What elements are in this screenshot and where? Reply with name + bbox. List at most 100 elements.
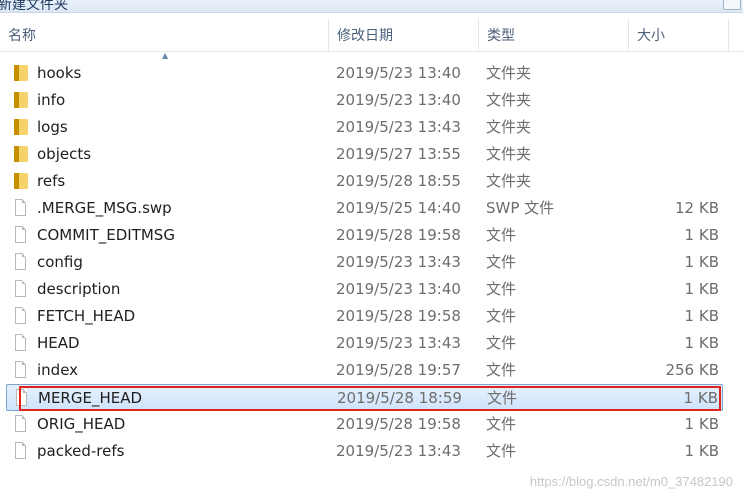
file-icon bbox=[15, 253, 26, 270]
item-size: 256 KB bbox=[665, 361, 719, 379]
column-header-date-label: 修改日期 bbox=[337, 28, 393, 44]
file-row[interactable]: HEAD 2019/5/23 13:43 文件 1 KB bbox=[6, 330, 723, 357]
file-row[interactable]: FETCH_HEAD 2019/5/28 19:58 文件 1 KB bbox=[6, 303, 723, 330]
item-modified-date: 2019/5/28 19:58 bbox=[336, 307, 461, 325]
item-modified-date: 2019/5/25 14:40 bbox=[336, 199, 461, 217]
item-type: 文件夹 bbox=[486, 172, 532, 190]
file-row[interactable]: .MERGE_MSG.swp 2019/5/25 14:40 SWP 文件 12 KB bbox=[6, 195, 723, 222]
item-modified-date: 2019/5/28 19:58 bbox=[336, 226, 461, 244]
item-modified-date: 2019/5/28 18:55 bbox=[336, 172, 461, 190]
item-type: 文件夹 bbox=[486, 118, 532, 136]
item-name: hooks bbox=[37, 64, 82, 82]
watermark: https://blog.csdn.net/m0_37482190 bbox=[529, 474, 733, 489]
item-name: HEAD bbox=[37, 334, 80, 352]
item-icon-cell bbox=[12, 411, 30, 438]
item-modified-date: 2019/5/23 13:43 bbox=[336, 118, 461, 136]
item-icon-cell bbox=[12, 330, 30, 357]
item-icon-cell bbox=[12, 249, 30, 276]
item-modified-date: 2019/5/23 13:40 bbox=[336, 280, 461, 298]
file-row[interactable]: ORIG_HEAD 2019/5/28 19:58 文件 1 KB bbox=[6, 411, 723, 438]
column-header-type-label: 类型 bbox=[487, 28, 515, 44]
item-modified-date: 2019/5/28 19:58 bbox=[336, 415, 461, 433]
item-name: COMMIT_EDITMSG bbox=[37, 226, 175, 244]
item-icon-cell bbox=[12, 303, 30, 330]
item-modified-date: 2019/5/27 13:55 bbox=[336, 145, 461, 163]
item-type: 文件 bbox=[486, 280, 517, 298]
column-header-row: 名称 ▲ 修改日期 类型 大小 bbox=[0, 19, 743, 60]
item-name: config bbox=[37, 253, 83, 271]
item-type: 文件夹 bbox=[486, 145, 532, 163]
file-row[interactable]: packed-refs 2019/5/23 13:43 文件 1 KB bbox=[6, 438, 723, 465]
item-name: objects bbox=[37, 145, 92, 163]
item-size: 1 KB bbox=[684, 442, 719, 460]
item-name: info bbox=[37, 91, 66, 109]
file-row[interactable]: MERGE_HEAD 2019/5/28 18:59 文件 1 KB bbox=[6, 384, 723, 411]
column-header-name[interactable]: 名称 ▲ bbox=[0, 19, 329, 60]
file-icon bbox=[15, 415, 26, 432]
item-size: 1 KB bbox=[684, 280, 719, 298]
item-icon-cell bbox=[12, 114, 30, 141]
item-type: 文件 bbox=[486, 415, 517, 433]
item-name: description bbox=[37, 280, 121, 298]
folder-icon bbox=[14, 173, 28, 189]
item-name: index bbox=[37, 361, 79, 379]
file-row[interactable]: description 2019/5/23 13:40 文件 1 KB bbox=[6, 276, 723, 303]
file-icon bbox=[15, 280, 26, 297]
item-icon-cell bbox=[12, 141, 30, 168]
item-icon-cell bbox=[12, 168, 30, 195]
item-modified-date: 2019/5/28 19:57 bbox=[336, 361, 461, 379]
item-name: MERGE_HEAD bbox=[38, 389, 143, 407]
folder-icon bbox=[14, 65, 28, 81]
window-title-bar: 新建文件夹 bbox=[0, 0, 743, 13]
item-size: 1 KB bbox=[684, 334, 719, 352]
column-header-size-label: 大小 bbox=[637, 28, 665, 44]
item-icon-cell bbox=[12, 87, 30, 114]
folder-row[interactable]: objects 2019/5/27 13:55 文件夹 bbox=[6, 141, 723, 168]
column-header-name-label: 名称 bbox=[8, 28, 36, 44]
file-row[interactable]: COMMIT_EDITMSG 2019/5/28 19:58 文件 1 KB bbox=[6, 222, 723, 249]
item-icon-cell bbox=[12, 195, 30, 222]
item-type: 文件 bbox=[486, 253, 517, 271]
item-modified-date: 2019/5/28 18:59 bbox=[337, 389, 462, 407]
item-size: 1 KB bbox=[683, 389, 718, 407]
item-type: 文件 bbox=[486, 226, 517, 244]
item-modified-date: 2019/5/23 13:40 bbox=[336, 64, 461, 82]
window-button[interactable] bbox=[723, 0, 741, 10]
item-size: 1 KB bbox=[684, 253, 719, 271]
file-row[interactable]: index 2019/5/28 19:57 文件 256 KB bbox=[6, 357, 723, 384]
folder-row[interactable]: info 2019/5/23 13:40 文件夹 bbox=[6, 87, 723, 114]
item-size: 1 KB bbox=[684, 226, 719, 244]
file-icon bbox=[16, 389, 27, 406]
item-size: 1 KB bbox=[684, 415, 719, 433]
item-type: 文件 bbox=[486, 442, 517, 460]
file-icon bbox=[15, 361, 26, 378]
item-name: packed-refs bbox=[37, 442, 125, 460]
item-type: SWP 文件 bbox=[486, 199, 555, 217]
folder-row[interactable]: refs 2019/5/28 18:55 文件夹 bbox=[6, 168, 723, 195]
item-name: .MERGE_MSG.swp bbox=[37, 199, 172, 217]
item-type: 文件夹 bbox=[486, 91, 532, 109]
item-size: 1 KB bbox=[684, 307, 719, 325]
item-type: 文件 bbox=[486, 307, 517, 325]
column-header-type[interactable]: 类型 bbox=[479, 19, 629, 51]
file-icon bbox=[15, 307, 26, 324]
item-type: 文件 bbox=[487, 389, 518, 407]
item-size: 12 KB bbox=[675, 199, 719, 217]
item-icon-cell bbox=[12, 357, 30, 384]
item-icon-cell bbox=[13, 385, 31, 412]
folder-row[interactable]: logs 2019/5/23 13:43 文件夹 bbox=[6, 114, 723, 141]
file-row[interactable]: config 2019/5/23 13:43 文件 1 KB bbox=[6, 249, 723, 276]
folder-icon bbox=[14, 146, 28, 162]
item-type: 文件 bbox=[486, 334, 517, 352]
folder-icon bbox=[14, 92, 28, 108]
item-name: ORIG_HEAD bbox=[37, 415, 126, 433]
item-modified-date: 2019/5/23 13:43 bbox=[336, 334, 461, 352]
item-name: refs bbox=[37, 172, 66, 190]
item-modified-date: 2019/5/23 13:43 bbox=[336, 442, 461, 460]
column-header-size[interactable]: 大小 bbox=[629, 19, 729, 51]
item-icon-cell bbox=[12, 276, 30, 303]
item-icon-cell bbox=[12, 438, 30, 465]
folder-row[interactable]: hooks 2019/5/23 13:40 文件夹 bbox=[6, 60, 723, 87]
window-title: 新建文件夹 bbox=[0, 0, 68, 13]
column-header-date[interactable]: 修改日期 bbox=[329, 19, 479, 51]
